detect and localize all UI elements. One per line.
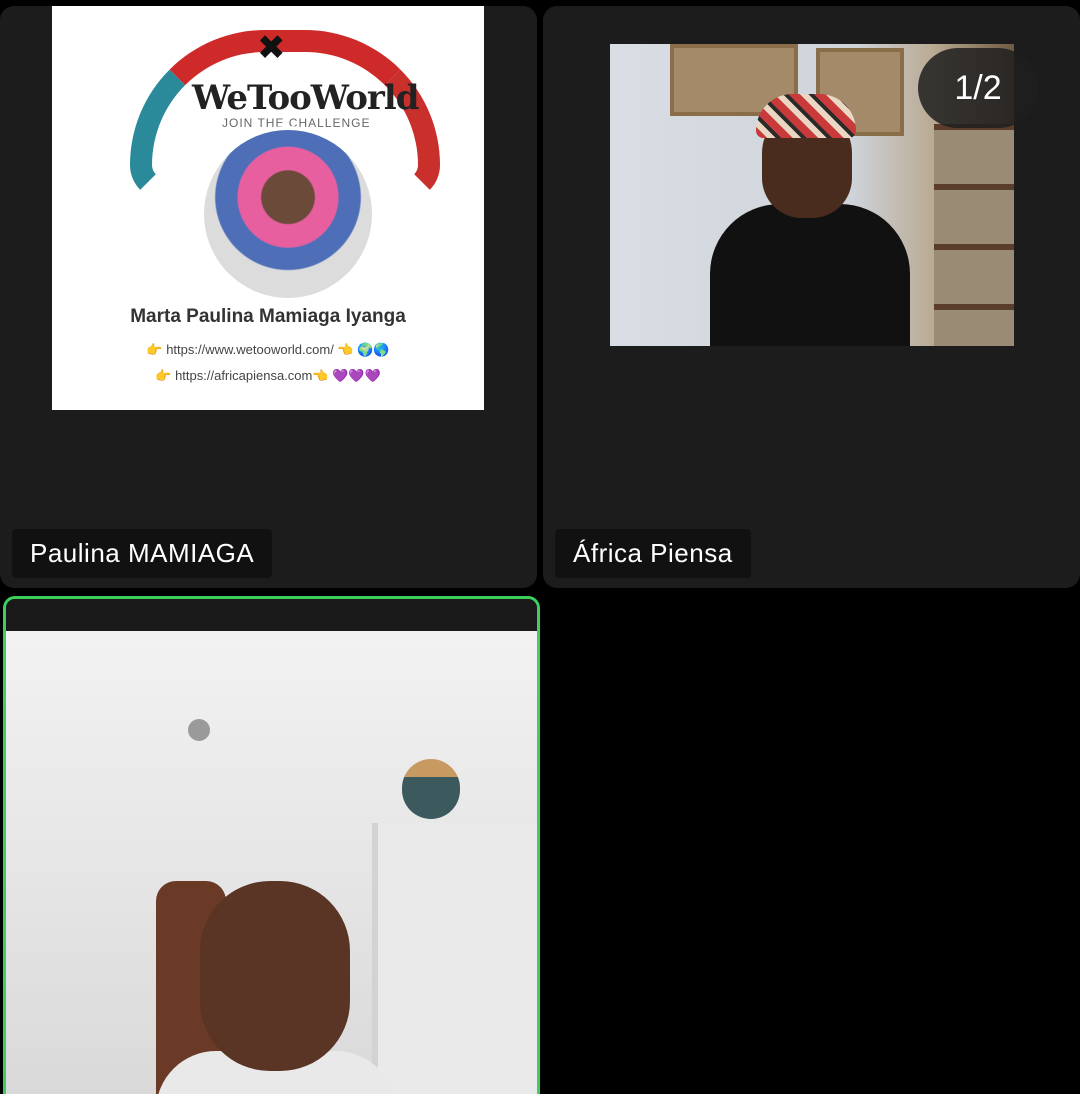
participant-name-label: Paulina MAMIAGA bbox=[12, 529, 273, 578]
participant-body bbox=[710, 204, 910, 346]
card-link-africapiensa: 👉 https://africapiensa.com👈 💜💜💜 bbox=[155, 368, 381, 383]
profile-card-image: ✖ WeTooWorld JOIN THE CHALLENGE Marta Pa… bbox=[52, 6, 484, 410]
brand-logo-icon: ✖ bbox=[257, 29, 286, 67]
avatar bbox=[200, 126, 376, 302]
participant-name-label: África Piensa bbox=[555, 529, 751, 578]
participant-video bbox=[6, 631, 537, 1094]
brand-title: WeTooWorld bbox=[192, 78, 419, 118]
tile-top-bar bbox=[6, 599, 537, 631]
card-link-wetooworld: 👉 https://www.wetooworld.com/ 👈 🌍🌎 bbox=[146, 342, 390, 357]
card-person-name: Marta Paulina Mamiaga Iyanga bbox=[130, 306, 406, 327]
page-counter-badge: 1/2 bbox=[918, 48, 1038, 128]
head-wrap bbox=[756, 94, 856, 138]
vase bbox=[402, 759, 460, 819]
cabinet bbox=[372, 823, 537, 1094]
participant-face bbox=[200, 881, 350, 1071]
participant-tile-paulina[interactable]: ✖ WeTooWorld JOIN THE CHALLENGE Marta Pa… bbox=[0, 6, 537, 588]
bookshelf bbox=[934, 124, 1014, 346]
participant-tile-active-speaker[interactable] bbox=[3, 596, 540, 1094]
ceiling-light bbox=[188, 719, 210, 741]
